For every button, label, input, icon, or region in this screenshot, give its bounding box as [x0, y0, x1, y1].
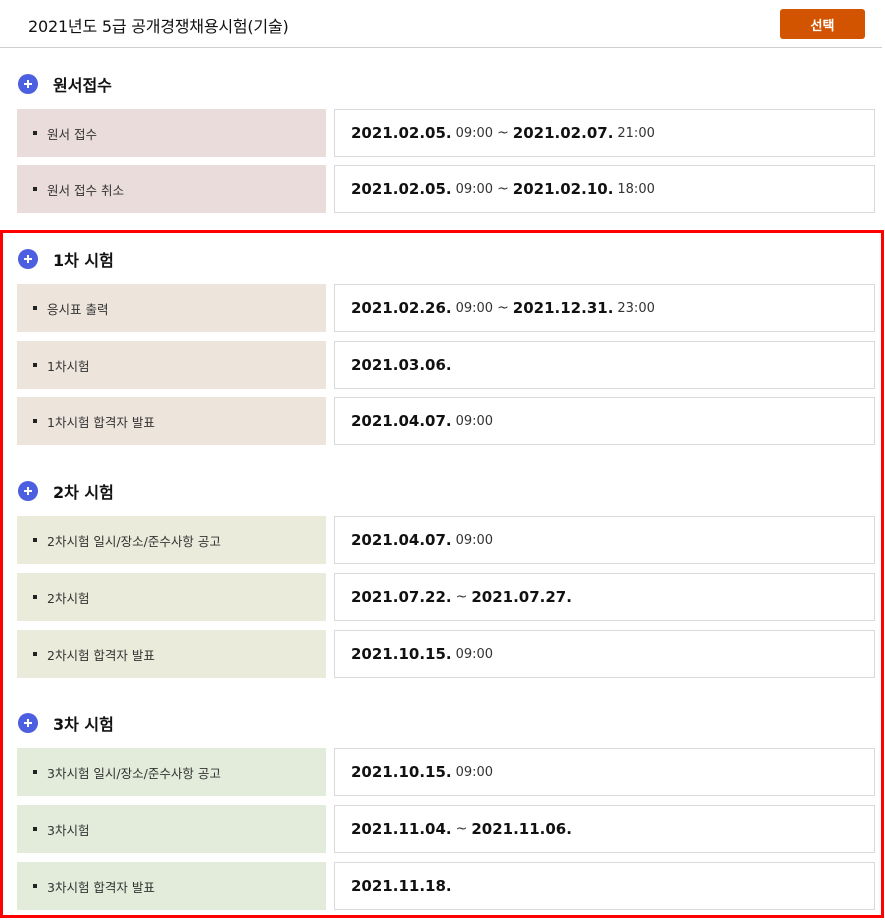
end-time: 18:00 [617, 181, 655, 197]
schedule-label: 원서 접수 [17, 109, 326, 157]
page-title: 2021년도 5급 공개경쟁채용시험(기술) [28, 17, 289, 36]
range-separator: ~ [497, 125, 509, 141]
page-header: 2021년도 5급 공개경쟁채용시험(기술) 선택 [0, 0, 882, 48]
plus-icon[interactable] [18, 74, 38, 94]
select-button[interactable]: 선택 [780, 9, 865, 39]
start-time: 09:00 [455, 125, 494, 141]
bullet-icon [33, 187, 37, 191]
bullet-icon [33, 131, 37, 135]
schedule-label-text: 원서 접수 취소 [47, 182, 124, 198]
section-apply-title[interactable]: 원서접수 [18, 72, 112, 96]
start-time: 09:00 [455, 181, 494, 197]
schedule-value: 2021.02.05. 09:00 ~2021.02.10. 18:00 [334, 165, 875, 213]
schedule-label: 원서 접수 취소 [17, 165, 326, 213]
range-separator: ~ [497, 181, 509, 197]
schedule-label-text: 원서 접수 [47, 126, 97, 142]
highlight-box [0, 230, 884, 918]
section-label: 원서접수 [53, 76, 112, 95]
schedule-value: 2021.02.05. 09:00 ~2021.02.07. 21:00 [334, 109, 875, 157]
end-date: 2021.02.07. [512, 124, 614, 142]
start-date: 2021.02.05. [351, 180, 452, 198]
end-date: 2021.02.10. [512, 180, 614, 198]
end-time: 21:00 [617, 125, 655, 141]
start-date: 2021.02.05. [351, 124, 452, 142]
